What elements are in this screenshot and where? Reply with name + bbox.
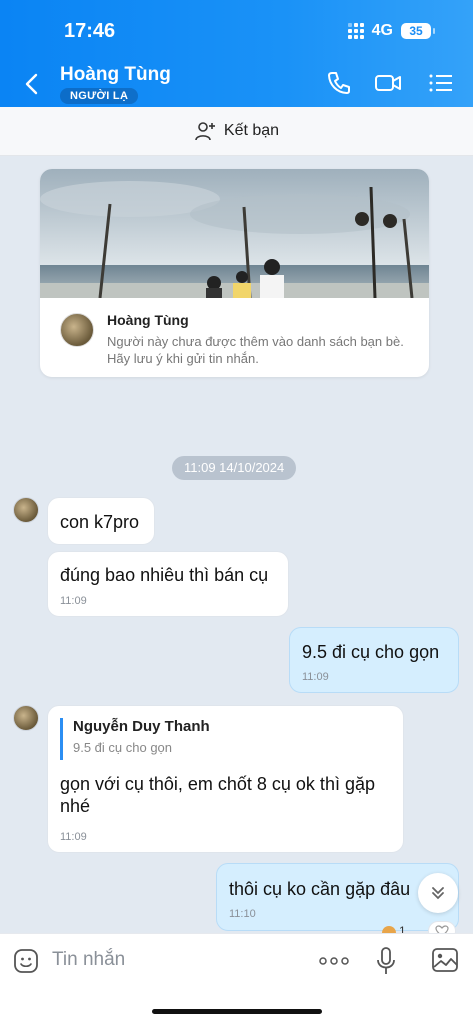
quoted-sender: Nguyễn Duy Thanh bbox=[73, 718, 210, 735]
sender-avatar[interactable] bbox=[13, 705, 39, 731]
message-time: 11:10 bbox=[229, 908, 256, 920]
microphone-icon[interactable] bbox=[375, 946, 397, 976]
date-separator: 11:09 14/10/2024 bbox=[172, 456, 297, 480]
message-text: 9.5 đi cụ cho gọn bbox=[302, 642, 440, 662]
menu-list-icon[interactable] bbox=[426, 68, 456, 98]
message-time: 11:09 bbox=[302, 671, 329, 683]
sticker-emoji-icon[interactable] bbox=[13, 948, 39, 974]
message-text: con k7pro bbox=[60, 512, 140, 532]
double-chevron-down-icon bbox=[432, 887, 444, 900]
quoted-text: 9.5 đi cụ cho gọn bbox=[73, 740, 173, 755]
message-bubble[interactable]: con k7pro bbox=[47, 497, 155, 545]
profile-name: Hoàng Tùng bbox=[107, 312, 189, 328]
cover-photo bbox=[40, 169, 429, 298]
home-indicator bbox=[152, 1009, 322, 1014]
message-text: gọn với cụ thôi, em chốt 8 cụ ok thì gặp… bbox=[60, 774, 375, 816]
contact-name[interactable]: Hoàng Tùng bbox=[60, 64, 171, 86]
status-indicators: 4G 35 bbox=[347, 22, 435, 40]
add-friend-icon bbox=[195, 122, 215, 141]
battery-icon: 35 bbox=[401, 23, 435, 39]
profile-card[interactable]: Hoàng Tùng Người này chưa được thêm vào … bbox=[40, 169, 429, 377]
network-label: 4G bbox=[371, 22, 393, 39]
add-friend-label: Kết bạn bbox=[223, 122, 280, 139]
composer-bar: Tin nhắn bbox=[0, 933, 473, 1024]
more-options-icon[interactable] bbox=[318, 954, 350, 968]
message-input[interactable]: Tin nhắn bbox=[52, 949, 125, 971]
message-time: 11:09 bbox=[60, 831, 87, 843]
signal-icon bbox=[347, 23, 364, 39]
stranger-warning: Người này chưa được thêm vào danh sách b… bbox=[107, 334, 404, 366]
message-time: 11:09 bbox=[60, 595, 87, 607]
message-text: thôi cụ ko cần gặp đâu bbox=[229, 879, 411, 899]
image-picker-icon[interactable] bbox=[431, 947, 459, 973]
message-bubble-reply[interactable]: Nguyễn Duy Thanh 9.5 đi cụ cho gọn gọn v… bbox=[47, 705, 404, 853]
status-time: 17:46 bbox=[64, 20, 116, 42]
sender-avatar[interactable] bbox=[13, 497, 39, 523]
profile-avatar[interactable] bbox=[60, 313, 94, 347]
message-bubble-sent[interactable]: 9.5 đi cụ cho gọn 11:09 bbox=[289, 627, 459, 693]
scroll-to-bottom-button[interactable] bbox=[418, 873, 458, 913]
chat-header: 17:46 4G 35 Hoàng Tùng NGƯỜI LẠ bbox=[0, 0, 473, 107]
back-arrow-icon[interactable] bbox=[18, 70, 46, 98]
message-text: đúng bao nhiêu thì bán cụ bbox=[60, 565, 269, 585]
video-call-icon[interactable] bbox=[373, 68, 403, 98]
stranger-badge: NGƯỜI LẠ bbox=[60, 88, 139, 104]
quoted-message[interactable]: Nguyễn Duy Thanh 9.5 đi cụ cho gọn bbox=[60, 718, 240, 760]
message-bubble[interactable]: đúng bao nhiêu thì bán cụ 11:09 bbox=[47, 551, 289, 617]
add-friend-button[interactable]: Kết bạn bbox=[0, 107, 473, 156]
phone-call-icon[interactable] bbox=[324, 68, 354, 98]
